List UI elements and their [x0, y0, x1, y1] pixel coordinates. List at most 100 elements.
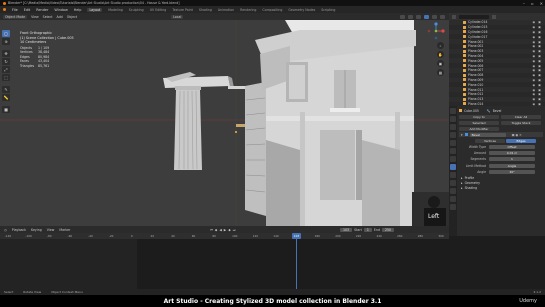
workspace-tab-compositing[interactable]: Compositing [262, 8, 282, 12]
camera-icon[interactable]: ▣ [538, 64, 541, 68]
timeline-menu-marker[interactable]: Marker [59, 228, 70, 232]
annotate-tool-icon[interactable]: ✎ [2, 86, 10, 93]
viewport-menu-add[interactable]: Add [57, 15, 63, 19]
particles-tab-icon[interactable] [450, 172, 456, 178]
pan-hand-icon[interactable]: ✋ [437, 51, 444, 58]
eye-icon[interactable]: ◉ [533, 92, 536, 96]
playhead[interactable] [296, 233, 297, 289]
rotate-tool-icon[interactable]: ↻ [2, 58, 10, 65]
camera-icon[interactable]: ▣ [538, 92, 541, 96]
menu-file[interactable]: File [12, 8, 18, 12]
add-modifier-dropdown[interactable]: Add Modifier [459, 126, 499, 131]
menu-window[interactable]: Window [54, 8, 67, 12]
menu-edit[interactable]: Edit [24, 8, 31, 12]
amount-field[interactable]: 0.01 m [489, 150, 535, 155]
workspace-tab-modeling[interactable]: Modeling [108, 8, 123, 12]
close-icon[interactable]: ✕ [540, 1, 543, 6]
jump-start-icon[interactable]: ⏮ [210, 228, 213, 232]
move-tool-icon[interactable]: ✥ [2, 50, 10, 57]
3d-viewport[interactable] [0, 20, 449, 226]
modifier-tab-icon[interactable] [450, 164, 456, 170]
add-cube-tool-icon[interactable]: ■ [2, 106, 10, 113]
camera-icon[interactable]: ▣ [538, 78, 541, 82]
camera-icon[interactable]: ▣ [538, 97, 541, 101]
scene-tab-icon[interactable] [450, 140, 456, 146]
workspace-tab-rendering[interactable]: Rendering [240, 8, 256, 12]
workspace-tab-sculpting[interactable]: Sculpting [129, 8, 144, 12]
data-tab-icon[interactable] [450, 196, 456, 202]
grid-icon[interactable]: ▦ [437, 69, 444, 76]
copy-to-button[interactable]: Copy to [459, 114, 499, 119]
collapse-arrow-icon[interactable]: ▾ [461, 133, 463, 137]
camera-icon[interactable]: ▣ [538, 83, 541, 87]
vertices-toggle[interactable]: Vertices [475, 138, 505, 143]
eye-icon[interactable]: ◉ [533, 30, 536, 34]
workspace-tab-shading[interactable]: Shading [199, 8, 212, 12]
cursor-tool-icon[interactable]: ⊕ [2, 38, 10, 45]
camera-icon[interactable]: ▣ [538, 40, 541, 44]
prev-key-icon[interactable]: ◆ [215, 228, 217, 232]
zoom-icon[interactable]: ⌕ [437, 42, 444, 49]
eye-icon[interactable]: ◉ [533, 20, 536, 24]
jump-end-icon[interactable]: ⏭ [233, 228, 236, 232]
world-tab-icon[interactable] [450, 148, 456, 154]
constraints-tab-icon[interactable] [450, 188, 456, 194]
rendered-shading-icon[interactable] [440, 14, 445, 19]
eye-icon[interactable]: ◉ [533, 78, 536, 82]
eye-icon[interactable]: ◉ [533, 40, 536, 44]
camera-icon[interactable]: ▣ [538, 30, 541, 34]
camera-icon[interactable]: ▣ [538, 88, 541, 92]
outliner-display-icon[interactable] [452, 14, 456, 19]
angle-field[interactable]: 30° [489, 169, 535, 174]
workspace-tab-geometry-nodes[interactable]: Geometry Nodes [288, 8, 315, 12]
blender-menu-icon[interactable] [3, 8, 6, 11]
view-layer-tab-icon[interactable] [450, 132, 456, 138]
eye-icon[interactable]: ◉ [533, 49, 536, 53]
camera-view-icon[interactable]: ▣ [437, 60, 444, 67]
physics-tab-icon[interactable] [450, 180, 456, 186]
tool-tab-icon[interactable] [450, 108, 456, 114]
current-frame-field[interactable]: 103 [340, 227, 353, 232]
menu-render[interactable]: Render [36, 8, 48, 12]
solid-shading-icon[interactable] [424, 14, 429, 19]
measure-tool-icon[interactable]: 📏 [2, 94, 10, 101]
camera-icon[interactable]: ▣ [538, 20, 541, 24]
limit-method-dropdown[interactable]: Angle [489, 163, 535, 168]
timeline-menu-playback[interactable]: Playback [12, 228, 26, 232]
viewport-menu-select[interactable]: Select [43, 15, 53, 19]
filter-icon[interactable] [492, 14, 496, 19]
output-tab-icon[interactable] [450, 124, 456, 130]
workspace-tab-uv-editing[interactable]: UV Editing [150, 8, 167, 12]
material-tab-icon[interactable] [450, 204, 456, 210]
navigation-gizmo[interactable] [427, 22, 445, 40]
camera-icon[interactable]: ▣ [538, 44, 541, 48]
playhead-frame-label[interactable]: 103 [292, 233, 301, 239]
workspace-tab-animation[interactable]: Animation [218, 8, 234, 12]
camera-icon[interactable]: ▣ [538, 25, 541, 29]
transform-orientation-dropdown[interactable]: Local [171, 14, 184, 19]
select-box-tool-icon[interactable]: ▢ [2, 30, 10, 37]
wireframe-shading-icon[interactable] [416, 14, 421, 19]
viewport-menu-view[interactable]: View [31, 15, 39, 19]
eye-icon[interactable]: ◉ [533, 25, 536, 29]
object-tab-icon[interactable] [450, 156, 456, 162]
segments-field[interactable]: 1 [489, 156, 535, 161]
shading-section[interactable]: ▸ Shading [459, 185, 543, 190]
eye-icon[interactable]: ◉ [533, 35, 536, 39]
frame-ruler[interactable]: -120-100-80-60-40-2002040608010012014016… [0, 233, 449, 239]
play-reverse-icon[interactable]: ◀ [219, 228, 221, 232]
transform-tool-icon[interactable]: ⬚ [2, 74, 10, 81]
overlay-toggle-icon[interactable] [400, 14, 405, 19]
camera-icon[interactable]: ▣ [538, 59, 541, 63]
camera-icon[interactable]: ▣ [538, 73, 541, 77]
play-icon[interactable]: ▶ [224, 228, 226, 232]
eye-icon[interactable]: ◉ [533, 83, 536, 87]
workspace-tab-texture-paint[interactable]: Texture Paint [172, 8, 193, 12]
mode-dropdown[interactable]: Object Mode [3, 14, 28, 19]
timeline-menu-view[interactable]: View [47, 228, 55, 232]
menu-help[interactable]: Help [74, 8, 82, 12]
workspace-tab-scripting[interactable]: Scripting [321, 8, 335, 12]
eye-icon[interactable]: ◉ [533, 54, 536, 58]
camera-icon[interactable]: ▣ [538, 68, 541, 72]
viewport-menu-object[interactable]: Object [67, 15, 77, 19]
